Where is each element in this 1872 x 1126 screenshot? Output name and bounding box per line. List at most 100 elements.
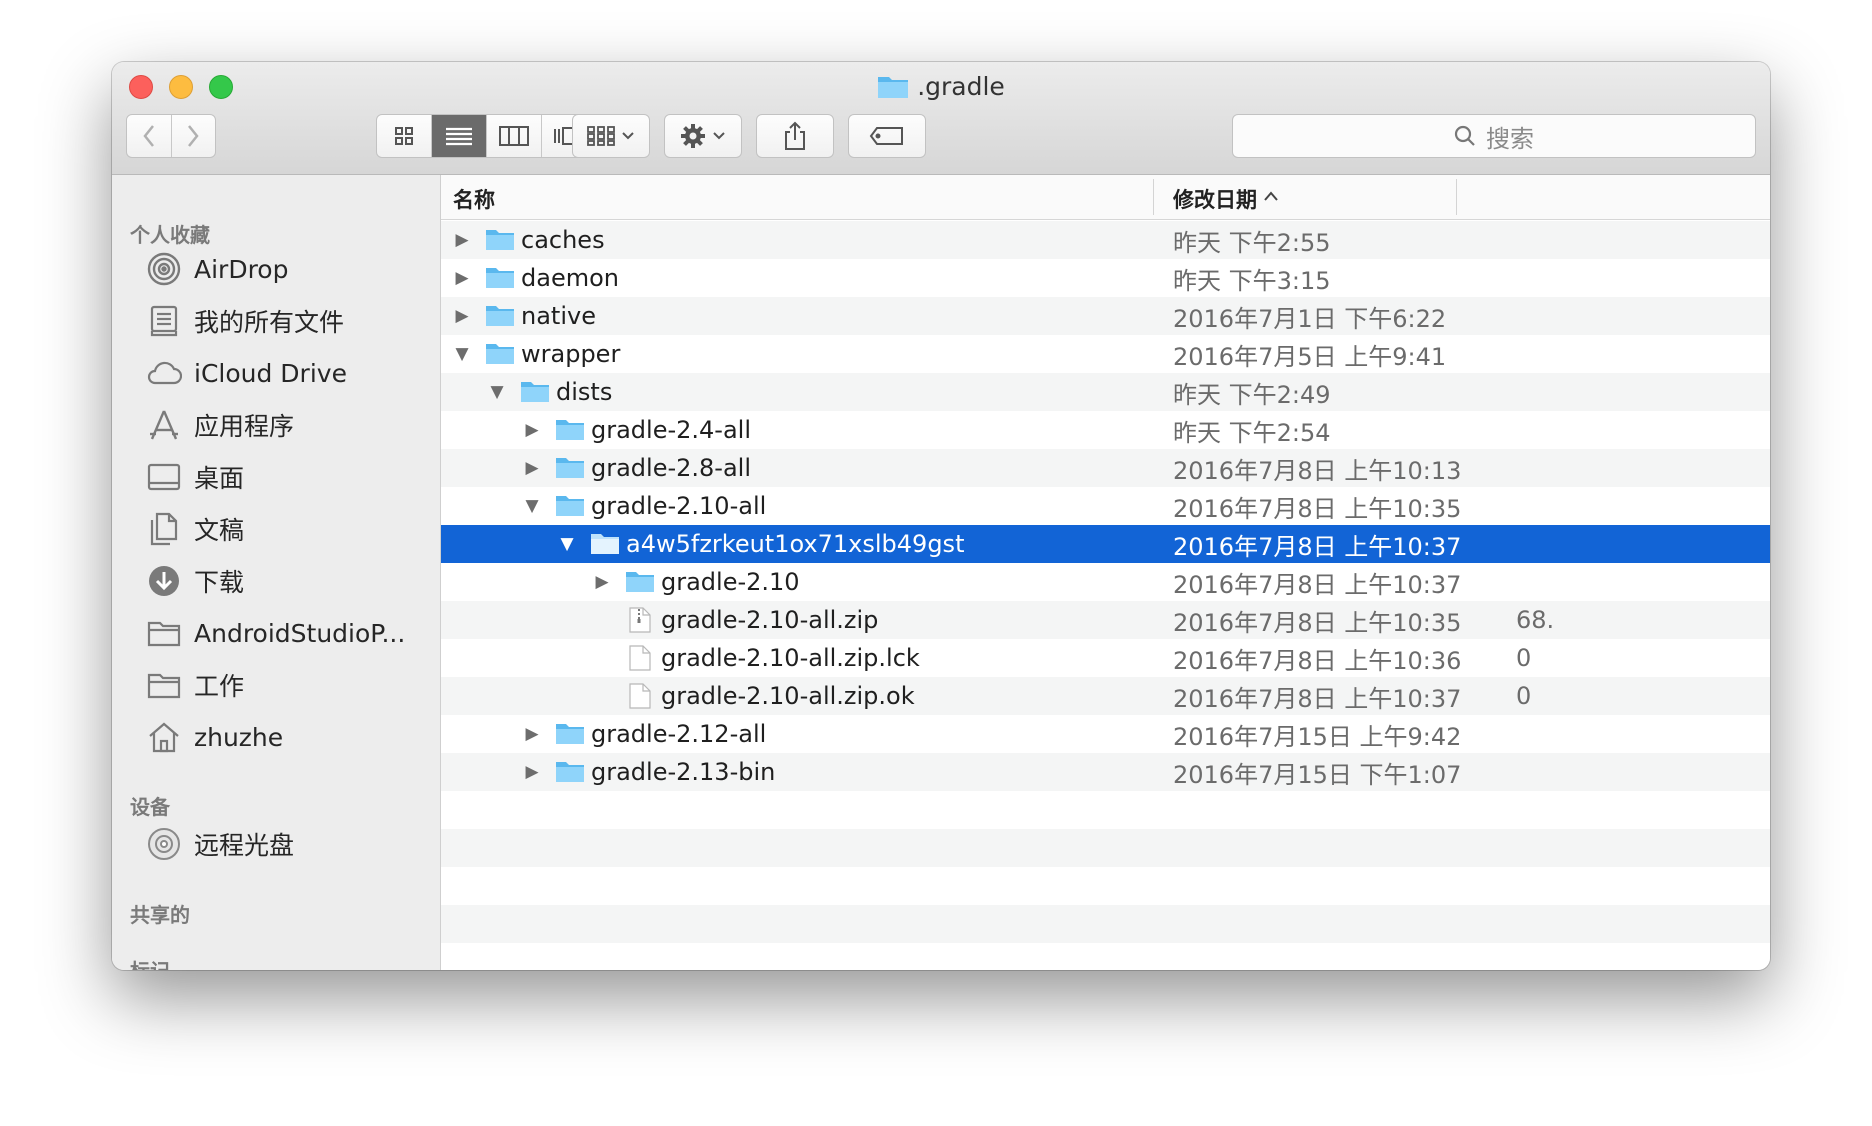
file-date: 2016年7月8日 上午10:37 [1173, 532, 1462, 561]
file-name: gradle-2.8-all [591, 454, 752, 482]
column-header-name[interactable]: 名称 [453, 184, 495, 214]
file-row[interactable]: ▶ gradle-2.10 2016年7月8日 上午10:37 [441, 563, 1770, 601]
sidebar-item-remote-disc[interactable]: 远程光盘 [112, 822, 440, 866]
disclosure-closed-icon[interactable]: ▶ [453, 230, 471, 250]
column-divider[interactable] [1456, 179, 1457, 215]
file-date: 昨天 下午2:49 [1173, 380, 1331, 409]
sidebar-item-airdrop[interactable]: AirDrop [112, 247, 440, 291]
sidebar-item-downloads[interactable]: 下载 [112, 559, 440, 603]
folder-icon [625, 569, 655, 593]
zip-file-icon [629, 607, 659, 633]
column-header: 名称 修改日期 [441, 175, 1770, 220]
disc-icon [146, 826, 182, 862]
file-row[interactable]: ▶ gradle-2.4-all 昨天 下午2:54 [441, 411, 1770, 449]
chevron-left-icon [143, 125, 154, 147]
file-row[interactable]: ▼ a4w5fzrkeut1ox71xslb49gst 2016年7月8日 上午10… [441, 525, 1770, 563]
arrange-button[interactable] [572, 114, 650, 158]
folder-icon [146, 615, 182, 651]
sidebar-section-favorites: 个人收藏 [130, 223, 210, 247]
back-button[interactable] [127, 115, 172, 157]
empty-row [441, 867, 1770, 905]
icon-view-button[interactable] [377, 115, 432, 157]
sidebar-item-all-files[interactable]: 我的所有文件 [112, 299, 440, 343]
columns-icon [499, 126, 529, 146]
folder-icon [590, 531, 620, 555]
disclosure-closed-icon[interactable]: ▶ [523, 724, 541, 744]
file-name: gradle-2.10-all [591, 492, 767, 520]
file-date: 2016年7月5日 上午9:41 [1173, 342, 1447, 371]
disclosure-closed-icon[interactable]: ▶ [523, 762, 541, 782]
file-name: gradle-2.10-all.zip.lck [661, 644, 920, 672]
chevron-down-icon [713, 132, 725, 140]
column-view-button[interactable] [487, 115, 542, 157]
list-view-button[interactable] [432, 115, 487, 157]
disclosure-open-icon[interactable]: ▼ [558, 534, 576, 554]
view-mode-control [376, 114, 598, 158]
sidebar-item-work[interactable]: 工作 [112, 663, 440, 707]
file-date: 2016年7月8日 上午10:36 [1173, 646, 1462, 675]
search-field[interactable]: 搜索 [1232, 114, 1756, 158]
action-button[interactable] [664, 114, 742, 158]
file-date: 昨天 下午3:15 [1173, 266, 1331, 295]
folder-icon [555, 417, 585, 441]
empty-row [441, 791, 1770, 829]
file-name: gradle-2.10 [661, 568, 800, 596]
file-row[interactable]: gradle-2.10-all.zip 2016年7月8日 上午10:35 68. [441, 601, 1770, 639]
sidebar-item-documents[interactable]: 文稿 [112, 507, 440, 551]
sidebar-item-desktop[interactable]: 桌面 [112, 455, 440, 499]
tag-button[interactable] [848, 114, 926, 158]
file-row[interactable]: ▶ caches 昨天 下午2:55 [441, 221, 1770, 259]
disclosure-closed-icon[interactable]: ▶ [593, 572, 611, 592]
file-date: 昨天 下午2:55 [1173, 228, 1331, 257]
forward-button[interactable] [172, 115, 216, 157]
file-row[interactable]: ▶ daemon 昨天 下午3:15 [441, 259, 1770, 297]
disclosure-open-icon[interactable]: ▼ [523, 496, 541, 516]
file-row[interactable]: ▼ wrapper 2016年7月5日 上午9:41 [441, 335, 1770, 373]
folder-icon [146, 667, 182, 703]
disclosure-closed-icon[interactable]: ▶ [453, 306, 471, 326]
folder-icon [555, 721, 585, 745]
window-title-text: .gradle [917, 72, 1005, 101]
file-name: native [521, 302, 596, 330]
file-row[interactable]: gradle-2.10-all.zip.ok 2016年7月8日 上午10:37 0 [441, 677, 1770, 715]
file-date: 昨天 下午2:54 [1173, 418, 1331, 447]
file-row[interactable]: ▼ dists 昨天 下午2:49 [441, 373, 1770, 411]
chevron-right-icon [188, 125, 199, 147]
disclosure-open-icon[interactable]: ▼ [488, 382, 506, 402]
file-name: daemon [521, 264, 619, 292]
documents-icon [146, 511, 182, 547]
column-divider[interactable] [1153, 179, 1154, 215]
file-size: 0 [1516, 644, 1532, 672]
sidebar-item-icloud-drive[interactable]: iCloud Drive [112, 351, 440, 395]
sidebar-item-applications[interactable]: 应用程序 [112, 403, 440, 447]
file-date: 2016年7月8日 上午10:35 [1173, 494, 1462, 523]
file-row[interactable]: ▶ native 2016年7月1日 下午6:22 [441, 297, 1770, 335]
column-header-date[interactable]: 修改日期 [1173, 184, 1257, 214]
file-name: gradle-2.13-bin [591, 758, 776, 786]
disclosure-open-icon[interactable]: ▼ [453, 344, 471, 364]
file-row[interactable]: ▼ gradle-2.10-all 2016年7月8日 上午10:35 [441, 487, 1770, 525]
disclosure-closed-icon[interactable]: ▶ [523, 458, 541, 478]
file-date: 2016年7月8日 上午10:37 [1173, 684, 1462, 713]
disclosure-closed-icon[interactable]: ▶ [453, 268, 471, 288]
file-row[interactable]: ▶ gradle-2.12-all 2016年7月15日 上午9:42 [441, 715, 1770, 753]
applications-icon [146, 407, 182, 443]
sidebar-item-androidstudio[interactable]: AndroidStudioP... [112, 611, 440, 655]
sort-ascending-icon[interactable] [1263, 183, 1279, 207]
folder-icon [520, 379, 550, 403]
file-size: 68. [1516, 606, 1555, 634]
share-button[interactable] [756, 114, 834, 158]
sidebar: 个人收藏 AirDrop 我的所有文件 iCloud Drive 应用程序 桌面… [112, 175, 441, 970]
finder-window: .gradle 搜索 个人收藏 AirDrop 我的所有文件 iCloud Dr… [112, 62, 1770, 970]
file-row[interactable]: ▶ gradle-2.8-all 2016年7月8日 上午10:13 [441, 449, 1770, 487]
file-name: caches [521, 226, 605, 254]
sidebar-item-home[interactable]: zhuzhe [112, 715, 440, 759]
file-row[interactable]: gradle-2.10-all.zip.lck 2016年7月8日 上午10:36… [441, 639, 1770, 677]
disclosure-closed-icon[interactable]: ▶ [523, 420, 541, 440]
folder-icon [485, 227, 515, 251]
desktop-icon [146, 459, 182, 495]
file-row[interactable]: ▶ gradle-2.13-bin 2016年7月15日 下午1:07 [441, 753, 1770, 791]
share-icon [785, 121, 805, 150]
empty-row [441, 905, 1770, 943]
chevron-down-icon [622, 132, 634, 140]
